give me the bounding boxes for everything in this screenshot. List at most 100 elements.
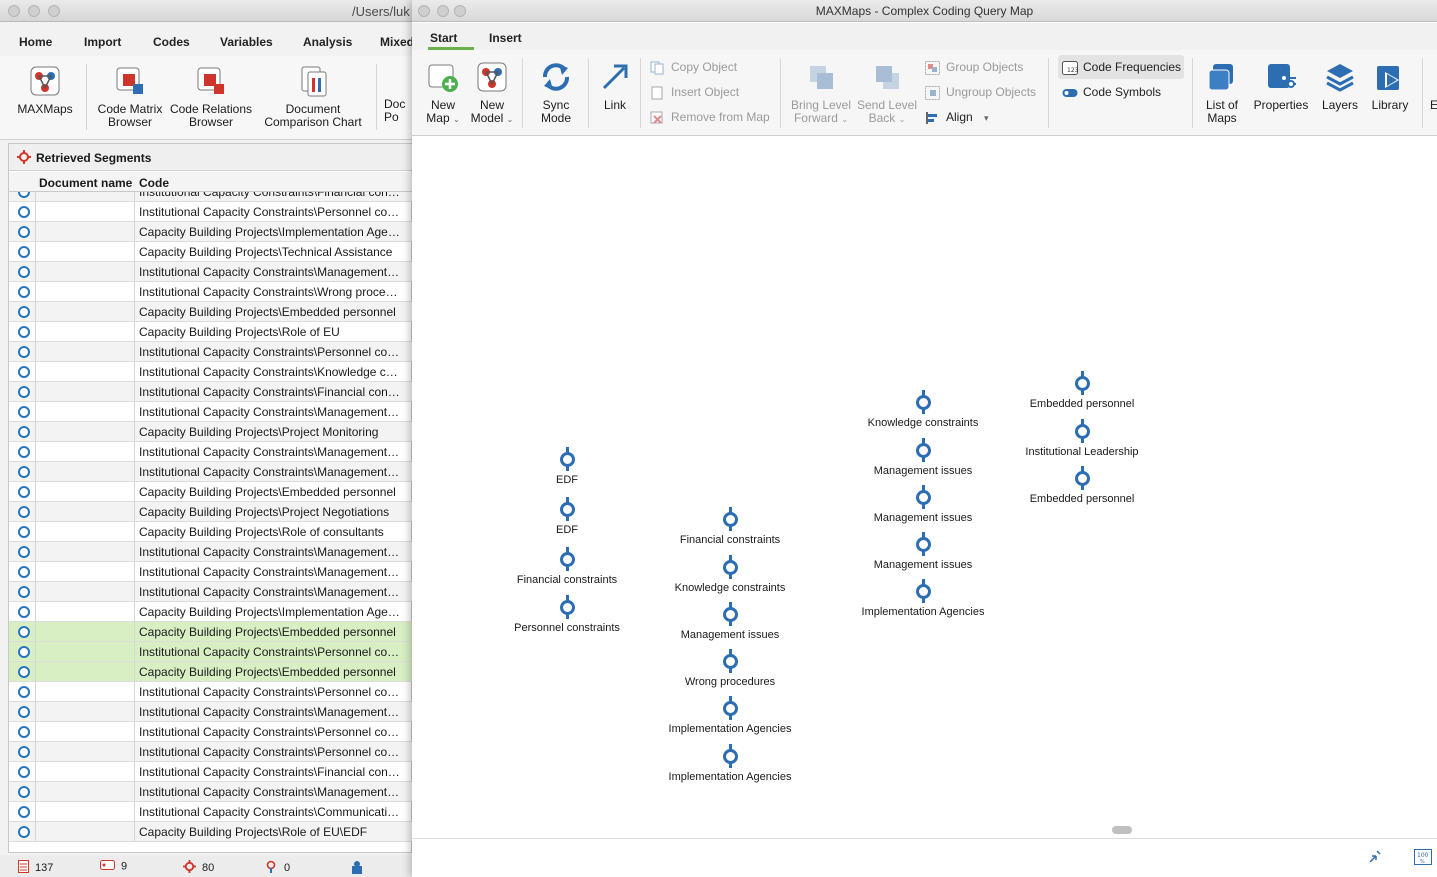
map-code-node[interactable]: Management issues — [630, 602, 830, 641]
code-relations-browser-button[interactable]: Code Relations Browser — [168, 64, 254, 129]
copy-object-button[interactable]: Copy Object — [650, 60, 737, 75]
table-row[interactable]: Capacity Building Projects\Project Negot… — [9, 502, 413, 522]
maxmaps-button[interactable]: MAXMaps — [14, 64, 76, 116]
ungroup-objects-button[interactable]: Ungroup Objects — [925, 85, 1036, 100]
new-map-button[interactable]: New Map ⌄ — [424, 60, 462, 126]
table-row[interactable]: Capacity Building Projects\Embedded pers… — [9, 302, 413, 322]
document-name-cell — [35, 802, 135, 822]
titlebar: /Users/luk — [0, 0, 412, 22]
code-symbol-icon — [1062, 86, 1078, 100]
column-document-name[interactable]: Document name — [39, 176, 132, 190]
document-name-cell — [35, 782, 135, 802]
table-row[interactable]: Capacity Building Projects\Implementatio… — [9, 602, 413, 622]
tab-import[interactable]: Import — [84, 35, 121, 49]
list-of-maps-button[interactable]: List of Maps — [1200, 60, 1244, 125]
map-code-node[interactable]: Financial constraints — [630, 507, 830, 546]
table-row[interactable]: Institutional Capacity Constraints\Manag… — [9, 442, 413, 462]
code-cell: Institutional Capacity Constraints\Perso… — [139, 345, 401, 359]
map-code-node[interactable]: Institutional Leadership — [982, 419, 1182, 458]
memo-filter-icon — [266, 860, 278, 876]
tab-analysis[interactable]: Analysis — [303, 35, 352, 49]
table-row[interactable]: Capacity Building Projects\Technical Ass… — [9, 242, 413, 262]
bring-forward-icon — [804, 60, 838, 94]
table-row[interactable]: Institutional Capacity Constraints\Manag… — [9, 582, 413, 602]
table-row[interactable]: Institutional Capacity Constraints\Manag… — [9, 702, 413, 722]
table-row[interactable]: Institutional Capacity Constraints\Manag… — [9, 542, 413, 562]
group-objects-button[interactable]: Group Objects — [925, 60, 1023, 75]
map-code-node[interactable]: Embedded personnel — [982, 371, 1182, 410]
table-row[interactable]: Capacity Building Projects\Role of EU — [9, 322, 413, 342]
table-row[interactable]: Institutional Capacity Constraints\Manag… — [9, 562, 413, 582]
new-model-button[interactable]: New Model ⌄ — [470, 60, 514, 126]
bring-level-forward-button[interactable]: Bring Level Forward ⌄ — [790, 60, 852, 126]
table-row[interactable]: Institutional Capacity Constraints\Perso… — [9, 642, 413, 662]
table-row[interactable]: Institutional Capacity Constraints\Perso… — [9, 202, 413, 222]
table-row[interactable]: Institutional Capacity Constraints\Perso… — [9, 342, 413, 362]
table-row[interactable]: Institutional Capacity Constraints\Manag… — [9, 782, 413, 802]
map-code-node[interactable]: Implementation Agencies — [630, 744, 830, 783]
tab-variables[interactable]: Variables — [220, 35, 273, 49]
map-code-node[interactable]: Wrong procedures — [630, 649, 830, 688]
segment-icon — [18, 466, 30, 478]
paste-icon — [650, 86, 666, 100]
code-frequencies-toggle[interactable]: 123 Code Frequencies — [1062, 60, 1181, 75]
table-row[interactable]: Institutional Capacity Constraints\Finan… — [9, 192, 413, 202]
column-code[interactable]: Code — [139, 176, 169, 190]
code-symbols-toggle[interactable]: Code Symbols — [1062, 85, 1161, 100]
table-row[interactable]: Institutional Capacity Constraints\Manag… — [9, 462, 413, 482]
zoom-window-button[interactable] — [48, 5, 60, 17]
code-cell: Capacity Building Projects\Role of consu… — [139, 525, 384, 539]
table-row[interactable]: Capacity Building Projects\Embedded pers… — [9, 622, 413, 642]
table-row[interactable]: Capacity Building Projects\Project Monit… — [9, 422, 413, 442]
align-dropdown[interactable]: Align ▾ — [925, 110, 989, 125]
close-window-button[interactable] — [8, 5, 20, 17]
tab-start[interactable]: Start — [430, 31, 457, 45]
code-matrix-browser-button[interactable]: Code Matrix Browser — [94, 64, 166, 129]
table-row[interactable]: Institutional Capacity Constraints\Manag… — [9, 402, 413, 422]
code-cell: Capacity Building Projects\Role of EU\ED… — [139, 825, 368, 839]
zoom-100-icon[interactable]: 100% — [1414, 849, 1432, 868]
table-row[interactable]: Capacity Building Projects\Embedded pers… — [9, 662, 413, 682]
sync-mode-button[interactable]: Sync Mode — [534, 60, 578, 125]
minimize-window-button[interactable] — [28, 5, 40, 17]
map-code-node[interactable]: Embedded personnel — [982, 466, 1182, 505]
send-level-back-button[interactable]: Send Level Back ⌄ — [856, 60, 918, 126]
table-row[interactable]: Capacity Building Projects\Role of EU\ED… — [9, 822, 413, 842]
map-code-node[interactable]: Knowledge constraints — [630, 555, 830, 594]
tab-home[interactable]: Home — [19, 35, 52, 49]
overflow-button[interactable]: E — [1430, 60, 1437, 112]
map-code-node[interactable]: Implementation Agencies — [823, 579, 1023, 618]
map-code-node[interactable]: EDF — [467, 447, 667, 486]
tab-codes[interactable]: Codes — [153, 35, 190, 49]
tab-insert[interactable]: Insert — [489, 31, 522, 45]
horizontal-scroll-thumb[interactable] — [1112, 826, 1132, 834]
table-row[interactable]: Institutional Capacity Constraints\Perso… — [9, 682, 413, 702]
map-code-node[interactable]: Management issues — [823, 532, 1023, 571]
tab-mixed[interactable]: Mixed — [380, 35, 414, 49]
insert-object-button[interactable]: Insert Object — [650, 85, 739, 100]
table-row[interactable]: Institutional Capacity Constraints\Finan… — [9, 382, 413, 402]
fit-to-window-icon[interactable] — [1367, 849, 1383, 868]
document-comparison-chart-button[interactable]: Document Comparison Chart — [260, 64, 366, 129]
table-row[interactable]: Institutional Capacity Constraints\Manag… — [9, 262, 413, 282]
table-row[interactable]: Institutional Capacity Constraints\Commu… — [9, 802, 413, 822]
link-button[interactable]: Link — [598, 60, 632, 112]
user-icon[interactable] — [350, 860, 364, 877]
map-code-node[interactable]: Implementation Agencies — [630, 696, 830, 735]
remove-from-map-button[interactable]: Remove from Map — [650, 110, 770, 125]
table-row[interactable]: Institutional Capacity Constraints\Wrong… — [9, 282, 413, 302]
table-row[interactable]: Capacity Building Projects\Embedded pers… — [9, 482, 413, 502]
map-canvas[interactable]: EDF EDF Financial constraints Personnel con… — [412, 137, 1437, 837]
table-row[interactable]: Institutional Capacity Constraints\Perso… — [9, 742, 413, 762]
library-button[interactable]: Library — [1368, 60, 1412, 112]
table-row[interactable]: Capacity Building Projects\Implementatio… — [9, 222, 413, 242]
segment-icon — [18, 586, 30, 598]
document-name-cell — [35, 562, 135, 582]
table-row[interactable]: Institutional Capacity Constraints\Knowl… — [9, 362, 413, 382]
new-model-icon — [475, 60, 509, 94]
properties-button[interactable]: Properties — [1252, 60, 1310, 112]
table-row[interactable]: Institutional Capacity Constraints\Finan… — [9, 762, 413, 782]
layers-button[interactable]: Layers — [1318, 60, 1362, 112]
table-row[interactable]: Capacity Building Projects\Role of consu… — [9, 522, 413, 542]
table-row[interactable]: Institutional Capacity Constraints\Perso… — [9, 722, 413, 742]
